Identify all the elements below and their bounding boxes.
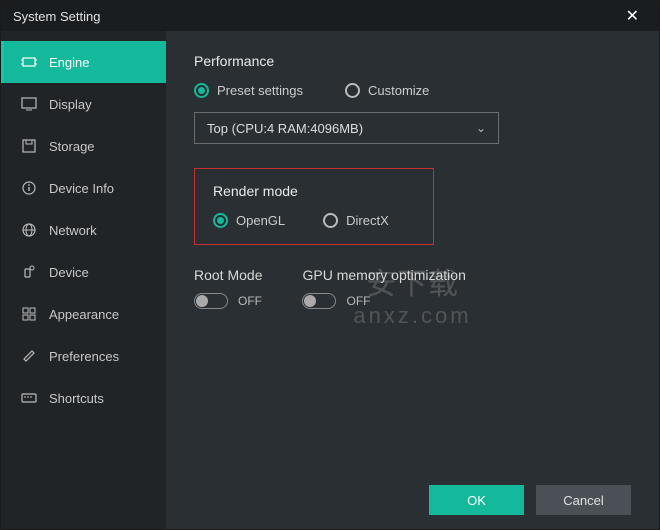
opengl-radio[interactable]: OpenGL [213,213,285,228]
engine-icon [21,54,37,70]
chevron-down-icon: ⌄ [476,121,486,135]
sidebar-item-label: Appearance [49,307,119,322]
radio-label: OpenGL [236,213,285,228]
toggles-row: Root Mode OFF GPU memory optimization OF… [194,267,631,309]
sidebar-item-label: Device Info [49,181,114,196]
device-icon [21,264,37,280]
close-icon[interactable]: ✕ [618,2,647,30]
storage-icon [21,138,37,154]
gpu-opt-switch[interactable] [302,293,336,309]
performance-title: Performance [194,53,631,69]
render-mode-group: Render mode OpenGL DirectX [194,168,434,245]
sidebar-item-preferences[interactable]: Preferences [1,335,166,377]
sidebar-item-label: Display [49,97,92,112]
performance-preset-select[interactable]: Top (CPU:4 RAM:4096MB) ⌄ [194,112,499,144]
preset-settings-radio[interactable]: Preset settings [194,83,303,98]
sidebar-item-device-info[interactable]: Device Info [1,167,166,209]
root-mode-title: Root Mode [194,267,262,283]
radio-icon [323,213,338,228]
cancel-button[interactable]: Cancel [536,485,631,515]
gpu-opt-title: GPU memory optimization [302,267,465,283]
performance-radio-row: Preset settings Customize [194,83,631,98]
sidebar-item-network[interactable]: Network [1,209,166,251]
preferences-icon [21,348,37,364]
window-title: System Setting [13,9,100,24]
sidebar-item-label: Preferences [49,349,119,364]
sidebar-item-label: Storage [49,139,95,154]
gpu-opt-group: GPU memory optimization OFF [302,267,465,309]
select-value: Top (CPU:4 RAM:4096MB) [207,121,363,136]
display-icon [21,96,37,112]
sidebar-item-label: Device [49,265,89,280]
info-icon [21,180,37,196]
sidebar-item-label: Shortcuts [49,391,104,406]
shortcuts-icon [21,390,37,406]
root-mode-state: OFF [238,294,262,308]
sidebar: Engine Display Storage Device Info Netwo… [1,31,166,529]
sidebar-item-display[interactable]: Display [1,83,166,125]
sidebar-item-shortcuts[interactable]: Shortcuts [1,377,166,419]
sidebar-item-storage[interactable]: Storage [1,125,166,167]
sidebar-item-label: Engine [49,55,89,70]
main-panel: Performance Preset settings Customize To… [166,31,659,529]
root-mode-group: Root Mode OFF [194,267,262,309]
render-mode-title: Render mode [213,183,415,199]
radio-label: Preset settings [217,83,303,98]
radio-icon [194,83,209,98]
ok-button[interactable]: OK [429,485,524,515]
titlebar: System Setting ✕ [1,1,659,31]
settings-window: System Setting ✕ Engine Display Storage … [0,0,660,530]
network-icon [21,222,37,238]
radio-icon [345,83,360,98]
footer: OK Cancel [194,473,631,515]
radio-icon [213,213,228,228]
window-body: Engine Display Storage Device Info Netwo… [1,31,659,529]
sidebar-item-label: Network [49,223,97,238]
sidebar-item-appearance[interactable]: Appearance [1,293,166,335]
customize-radio[interactable]: Customize [345,83,429,98]
sidebar-item-device[interactable]: Device [1,251,166,293]
appearance-icon [21,306,37,322]
radio-label: DirectX [346,213,389,228]
radio-label: Customize [368,83,429,98]
sidebar-item-engine[interactable]: Engine [1,41,166,83]
directx-radio[interactable]: DirectX [323,213,389,228]
render-radio-row: OpenGL DirectX [213,213,415,228]
gpu-opt-state: OFF [346,294,370,308]
root-mode-switch[interactable] [194,293,228,309]
